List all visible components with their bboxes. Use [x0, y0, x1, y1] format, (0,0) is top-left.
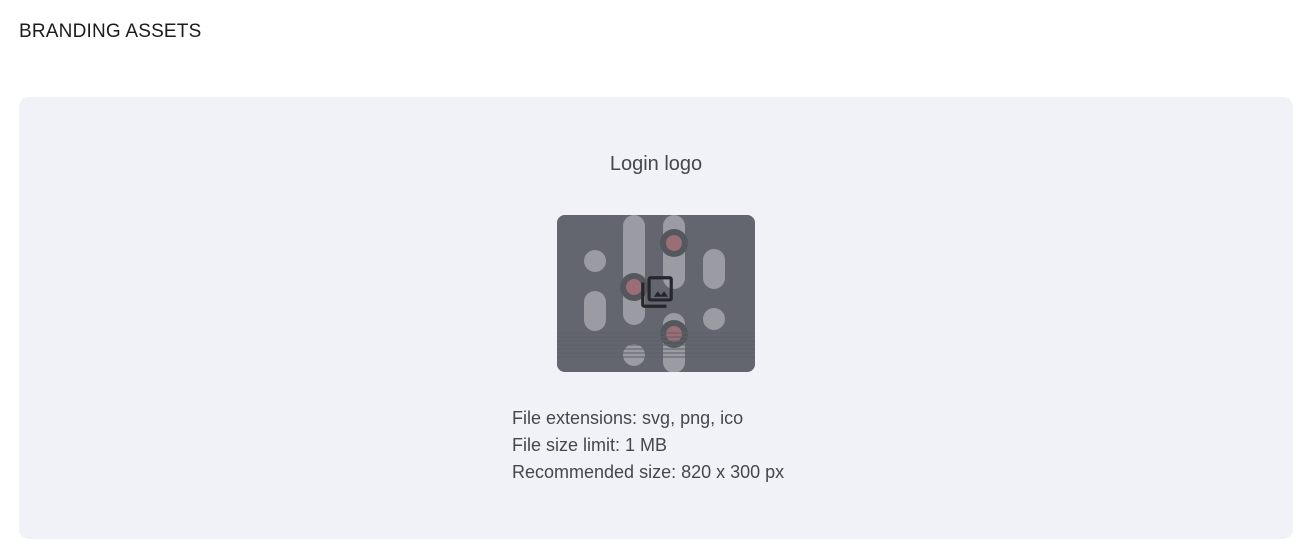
file-requirements: File extensions: svg, png, ico File size… [512, 405, 784, 486]
file-size-limit-text: File size limit: 1 MB [512, 435, 668, 455]
login-logo-title: Login logo [609, 153, 703, 175]
login-logo-preview[interactable] [557, 215, 755, 372]
add-photo-library-icon[interactable] [638, 273, 676, 311]
file-extensions-text: File extensions: svg, png, ico [512, 408, 744, 428]
section-title: BRANDING ASSETS [19, 21, 202, 42]
recommended-size-text: Recommended size: 820 x 300 px [512, 462, 785, 482]
login-logo-panel: Login logo File extensions: svg, png, ic… [19, 97, 1293, 539]
